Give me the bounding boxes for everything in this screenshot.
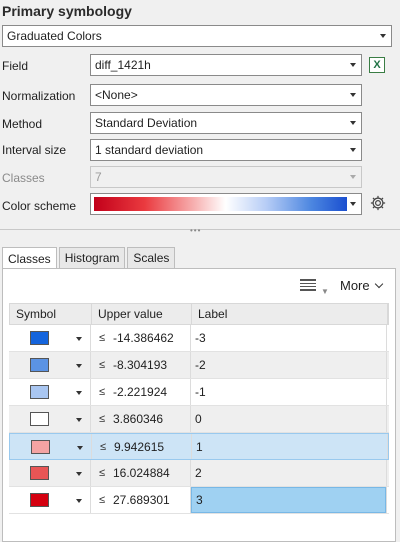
table-row[interactable]: ≤ -14.386462 -3 bbox=[9, 325, 389, 352]
le-symbol: ≤ bbox=[99, 359, 106, 371]
classes-panel: ▼ More Symbol Upper value Label ≤ -14.386… bbox=[2, 268, 396, 542]
symbol-swatch[interactable] bbox=[31, 440, 50, 454]
upper-value[interactable]: 16.024884 bbox=[113, 466, 170, 480]
upper-value[interactable]: 27.689301 bbox=[113, 493, 170, 507]
symbology-type-dropdown[interactable]: Graduated Colors bbox=[2, 25, 392, 47]
upper-value[interactable]: 3.860346 bbox=[113, 412, 163, 426]
symbology-type-value: Graduated Colors bbox=[7, 29, 102, 43]
more-label: More bbox=[340, 278, 370, 293]
table-header: Symbol Upper value Label bbox=[9, 303, 389, 325]
upper-value[interactable]: -14.386462 bbox=[113, 331, 174, 345]
tab-scales[interactable]: Scales bbox=[127, 247, 176, 268]
field-label: Field bbox=[2, 59, 29, 73]
panel-splitter[interactable]: ••• bbox=[0, 226, 400, 235]
chevron-down-icon bbox=[374, 279, 383, 288]
chevron-down-icon bbox=[350, 63, 356, 67]
splitter-grip-icon: ••• bbox=[190, 226, 202, 235]
classes-value: 7 bbox=[95, 170, 102, 184]
field-value: diff_1421h bbox=[95, 58, 151, 72]
symbol-swatch[interactable] bbox=[30, 493, 49, 507]
interval-size-dropdown[interactable]: 1 standard deviation bbox=[90, 139, 362, 161]
class-label-editing[interactable]: 3 bbox=[191, 487, 386, 513]
method-value: Standard Deviation bbox=[95, 116, 198, 130]
method-label: Method bbox=[2, 117, 43, 131]
le-symbol: ≤ bbox=[100, 440, 107, 453]
primary-symbology-title: Primary symbology bbox=[2, 3, 132, 19]
tab-histogram[interactable]: Histogram bbox=[58, 247, 126, 268]
class-label[interactable]: -2 bbox=[191, 358, 206, 372]
interval-size-value: 1 standard deviation bbox=[95, 143, 204, 157]
chevron-down-icon[interactable] bbox=[76, 364, 82, 368]
le-symbol: ≤ bbox=[99, 467, 106, 479]
gear-icon[interactable] bbox=[369, 194, 387, 212]
le-symbol: ≤ bbox=[99, 332, 106, 344]
symbol-swatch[interactable] bbox=[30, 466, 49, 480]
column-header-upper-value[interactable]: Upper value bbox=[92, 304, 192, 324]
table-row[interactable]: ≤9.942615 1 bbox=[9, 433, 389, 460]
class-label[interactable]: -3 bbox=[191, 331, 206, 345]
symbol-swatch[interactable] bbox=[30, 385, 49, 399]
upper-value[interactable]: -2.221924 bbox=[113, 385, 167, 399]
chevron-down-icon[interactable] bbox=[76, 499, 82, 503]
table-row[interactable]: ≤27.689301 3 bbox=[9, 487, 389, 514]
table-row[interactable]: ≤ -8.304193 -2 bbox=[9, 352, 389, 379]
class-label[interactable]: 2 bbox=[191, 466, 202, 480]
list-view-icon[interactable] bbox=[300, 279, 316, 291]
le-symbol: ≤ bbox=[99, 386, 106, 398]
chevron-down-icon bbox=[350, 148, 356, 152]
class-label[interactable]: -1 bbox=[191, 385, 206, 399]
column-header-label[interactable]: Label bbox=[192, 304, 388, 324]
excel-expression-icon[interactable]: X bbox=[369, 57, 385, 73]
table-row[interactable]: ≤3.860346 0 bbox=[9, 406, 389, 433]
interval-size-label: Interval size bbox=[2, 143, 67, 157]
upper-value[interactable]: -8.304193 bbox=[113, 358, 167, 372]
tab-classes[interactable]: Classes bbox=[2, 247, 57, 269]
symbol-swatch[interactable] bbox=[30, 358, 49, 372]
le-symbol: ≤ bbox=[99, 413, 106, 425]
table-row[interactable]: ≤ -2.221924 -1 bbox=[9, 379, 389, 406]
chevron-down-icon[interactable] bbox=[76, 418, 82, 422]
field-dropdown[interactable]: diff_1421h bbox=[90, 54, 362, 76]
normalization-value: <None> bbox=[95, 88, 138, 102]
chevron-down-icon bbox=[350, 93, 356, 97]
method-dropdown[interactable]: Standard Deviation bbox=[90, 112, 362, 134]
classes-label: Classes bbox=[2, 171, 45, 185]
normalization-dropdown[interactable]: <None> bbox=[90, 84, 362, 106]
chevron-down-icon[interactable] bbox=[77, 446, 83, 450]
class-label[interactable]: 1 bbox=[192, 440, 203, 454]
symbol-swatch[interactable] bbox=[30, 412, 49, 426]
more-button[interactable]: More bbox=[340, 278, 383, 293]
chevron-down-icon bbox=[350, 175, 356, 179]
symbol-swatch[interactable] bbox=[30, 331, 49, 345]
chevron-down-icon bbox=[350, 202, 356, 206]
color-scheme-label: Color scheme bbox=[2, 199, 77, 213]
chevron-down-icon[interactable] bbox=[76, 391, 82, 395]
chevron-down-icon bbox=[350, 121, 356, 125]
symbology-tabs: Classes Histogram Scales bbox=[2, 247, 177, 269]
chevron-down-icon[interactable] bbox=[76, 337, 82, 341]
chevron-down-icon bbox=[380, 34, 386, 38]
class-label[interactable]: 0 bbox=[191, 412, 202, 426]
normalization-label: Normalization bbox=[2, 89, 76, 103]
column-header-symbol[interactable]: Symbol bbox=[10, 304, 92, 324]
le-symbol: ≤ bbox=[99, 494, 106, 506]
table-row[interactable]: ≤16.024884 2 bbox=[9, 460, 389, 487]
color-ramp-preview bbox=[94, 197, 347, 211]
classes-dropdown: 7 bbox=[90, 166, 362, 188]
chevron-down-icon[interactable] bbox=[76, 472, 82, 476]
chevron-down-icon: ▼ bbox=[321, 287, 329, 296]
upper-value[interactable]: 9.942615 bbox=[114, 440, 164, 454]
classes-table: Symbol Upper value Label ≤ -14.386462 -3 … bbox=[9, 303, 389, 514]
